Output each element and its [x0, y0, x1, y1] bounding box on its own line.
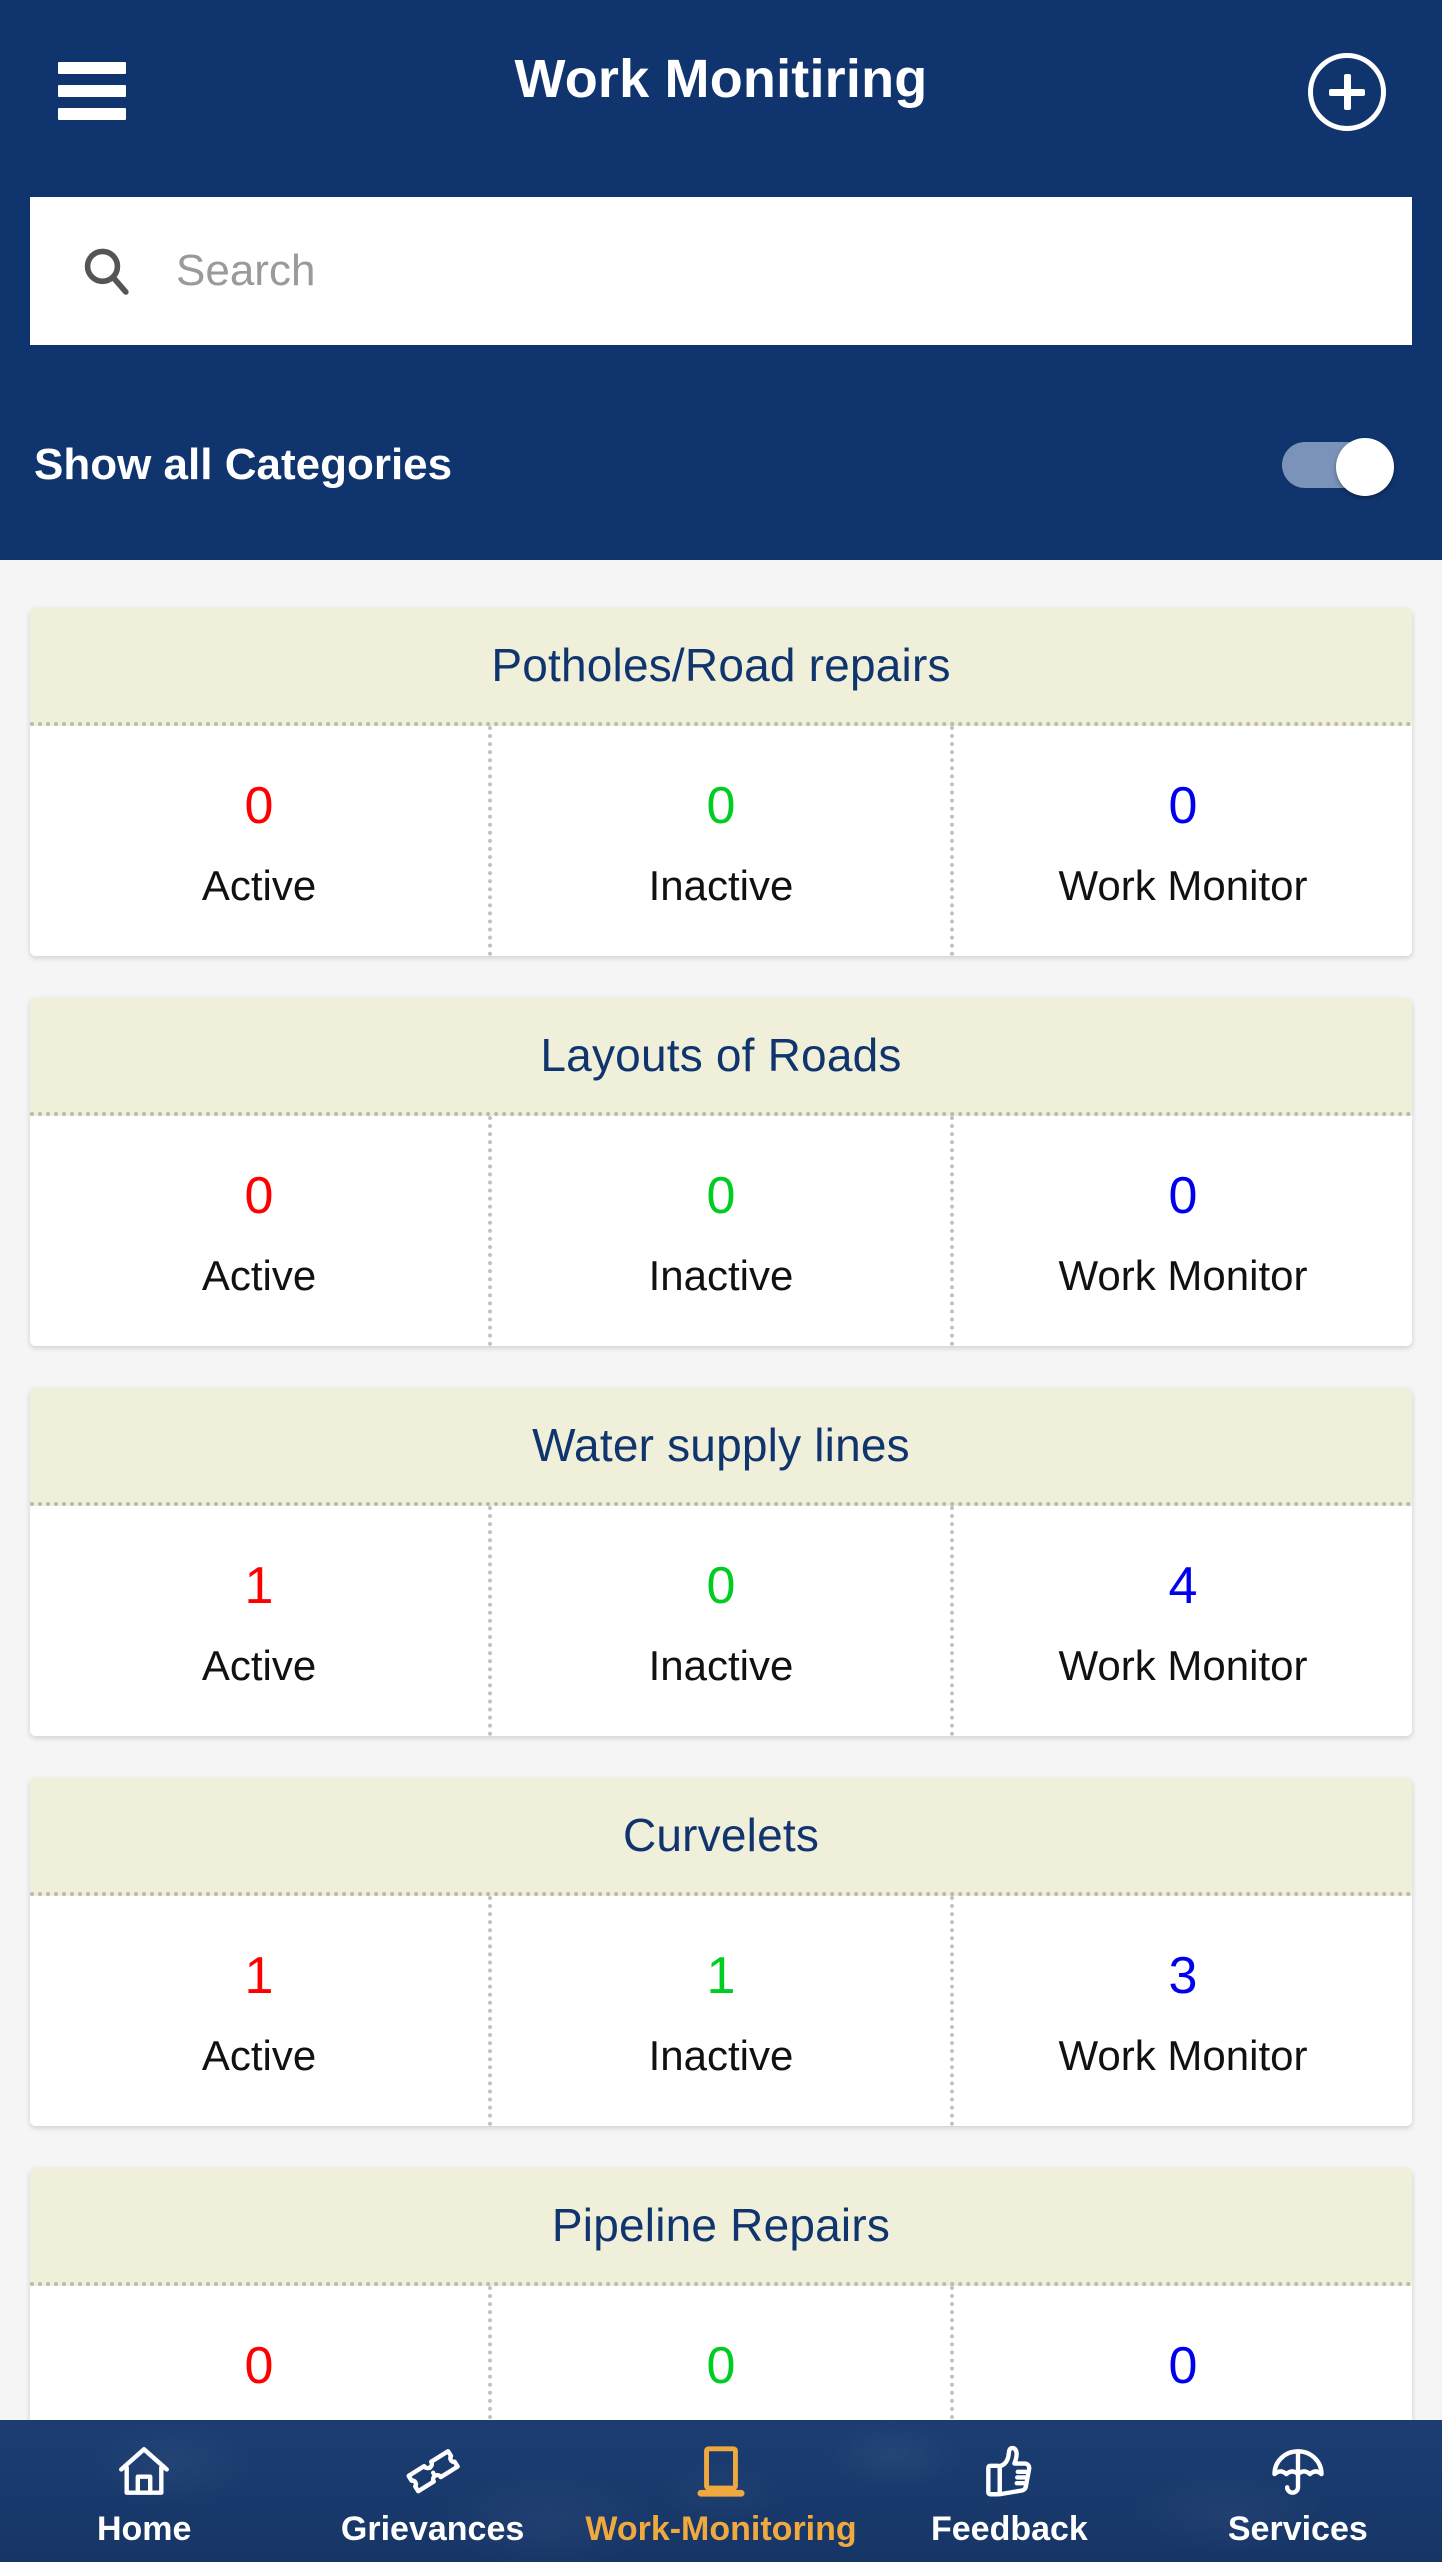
ticket-icon — [398, 2440, 468, 2502]
card-stats: 0 Active 0 Inactive 0 Work Monitor — [30, 726, 1412, 956]
stat-inactive-value: 0 — [706, 2337, 736, 2395]
stat-work-monitor-label: Work Monitor — [1058, 2032, 1308, 2079]
umbrella-icon — [1263, 2440, 1333, 2502]
stat-active-label: Active — [201, 1252, 317, 1299]
search-icon — [78, 243, 134, 299]
stat-work-monitor-value: 4 — [1168, 1557, 1198, 1615]
show-all-categories-label: Show all Categories — [34, 440, 453, 489]
page-title: Work Monitiring — [514, 49, 928, 109]
stat-inactive-value: 0 — [706, 777, 736, 835]
nav-item-home[interactable]: Home — [0, 2420, 288, 2562]
card-stats: 1 Active 1 Inactive 3 Work Monitor — [30, 1896, 1412, 2126]
show-all-categories-row: Show all Categories — [0, 400, 1442, 530]
stat-active-label: Active — [201, 1642, 317, 1689]
card-title: Layouts of Roads — [540, 1029, 902, 1081]
app-header: Work Monitiring Show all Categories — [0, 0, 1442, 560]
stat-work-monitor-value: 0 — [1168, 1167, 1198, 1225]
home-icon — [109, 2440, 179, 2502]
stat-inactive-label: Inactive — [648, 1252, 794, 1299]
category-card[interactable]: Pipeline Repairs0Active0Inactive0Work Mo… — [30, 2168, 1412, 2450]
stat-work-monitor-label: Work Monitor — [1058, 1252, 1308, 1299]
stat-active-value: 0 — [244, 2337, 274, 2395]
stat-inactive[interactable]: 0 Inactive — [488, 726, 950, 956]
stat-inactive-value: 0 — [706, 1557, 736, 1615]
category-list[interactable]: Potholes/Road repairs 0 Active 0 Inactive 0 Wo… — [0, 560, 1442, 2450]
stat-inactive-value: 0 — [706, 1167, 736, 1225]
thumbs-up-icon — [974, 2440, 1044, 2502]
stat-active-value: 0 — [244, 1167, 274, 1225]
nav-item-work-monitoring[interactable]: Work-Monitoring — [577, 2420, 865, 2562]
category-card[interactable]: Potholes/Road repairs 0 Active 0 Inactive 0 Wo… — [30, 608, 1412, 956]
stat-work-monitor[interactable]: 0 Work Monitor — [950, 726, 1412, 956]
stat-inactive[interactable]: 1 Inactive — [488, 1896, 950, 2126]
card-title: Potholes/Road repairs — [491, 639, 951, 691]
category-card[interactable]: Curvelets 1 Active 1 Inactive 3 Work Monitor — [30, 1778, 1412, 2126]
search-input[interactable] — [176, 197, 1412, 345]
card-title: Pipeline Repairs — [551, 2199, 891, 2251]
stat-work-monitor[interactable]: 3 Work Monitor — [950, 1896, 1412, 2126]
stat-active[interactable]: 0 Active — [30, 1116, 488, 1346]
card-header: Pipeline Repairs — [30, 2168, 1412, 2286]
stat-work-monitor-value: 0 — [1168, 2337, 1198, 2395]
nav-label: Grievances — [340, 2509, 525, 2548]
stat-active-label: Active — [201, 2032, 317, 2079]
stat-inactive[interactable]: 0 Inactive — [488, 1506, 950, 1736]
bottom-navigation: Home Grievances Work-Monitoring Feedback Ser… — [0, 2420, 1442, 2562]
nav-item-services[interactable]: Services — [1154, 2420, 1442, 2562]
stat-work-monitor-value: 0 — [1168, 777, 1198, 835]
stat-inactive[interactable]: 0 Inactive — [488, 1116, 950, 1346]
nav-item-feedback[interactable]: Feedback — [865, 2420, 1153, 2562]
card-title: Water supply lines — [532, 1419, 910, 1471]
search-bar[interactable] — [30, 197, 1412, 345]
stat-active-value: 1 — [244, 1557, 274, 1615]
stat-inactive-label: Inactive — [648, 862, 794, 909]
stat-active[interactable]: 1 Active — [30, 1506, 488, 1736]
nav-label: Work-Monitoring — [585, 2509, 857, 2548]
stat-work-monitor[interactable]: 0 Work Monitor — [950, 1116, 1412, 1346]
category-card[interactable]: Layouts of Roads 0 Active 0 Inactive 0 Work Mo… — [30, 998, 1412, 1346]
stat-active-label: Active — [201, 862, 317, 909]
card-header: Layouts of Roads — [30, 998, 1412, 1116]
stat-inactive-label: Inactive — [648, 2032, 794, 2079]
card-header: Water supply lines — [30, 1388, 1412, 1506]
card-stats: 1 Active 0 Inactive 4 Work Monitor — [30, 1506, 1412, 1736]
stat-inactive-label: Inactive — [648, 1642, 794, 1689]
stat-active-value: 1 — [244, 1947, 274, 2005]
tablet-icon — [686, 2440, 756, 2502]
nav-label: Services — [1227, 2509, 1368, 2548]
toggle-thumb — [1336, 438, 1394, 496]
card-header: Curvelets — [30, 1778, 1412, 1896]
stat-work-monitor[interactable]: 4 Work Monitor — [950, 1506, 1412, 1736]
nav-label: Home — [96, 2509, 192, 2548]
card-stats: 0 Active 0 Inactive 0 Work Monitor — [30, 1116, 1412, 1346]
stat-work-monitor-value: 3 — [1168, 1947, 1198, 2005]
show-all-categories-toggle[interactable] — [1282, 438, 1394, 496]
stat-inactive-value: 1 — [706, 1947, 736, 2005]
stat-active-value: 0 — [244, 777, 274, 835]
stat-work-monitor-label: Work Monitor — [1058, 1642, 1308, 1689]
stat-active[interactable]: 1 Active — [30, 1896, 488, 2126]
stat-active[interactable]: 0 Active — [30, 726, 488, 956]
header-bar: Work Monitiring — [0, 0, 1442, 190]
category-card[interactable]: Water supply lines 1 Active 0 Inactive 4 Work … — [30, 1388, 1412, 1736]
card-title: Curvelets — [622, 1809, 820, 1861]
stat-work-monitor-label: Work Monitor — [1058, 862, 1308, 909]
card-header: Potholes/Road repairs — [30, 608, 1412, 726]
plus-circle-icon[interactable] — [1308, 53, 1386, 131]
app-root: Work Monitiring Show all Categories Poth… — [0, 0, 1442, 2562]
nav-label: Feedback — [930, 2509, 1088, 2548]
nav-item-grievances[interactable]: Grievances — [288, 2420, 576, 2562]
